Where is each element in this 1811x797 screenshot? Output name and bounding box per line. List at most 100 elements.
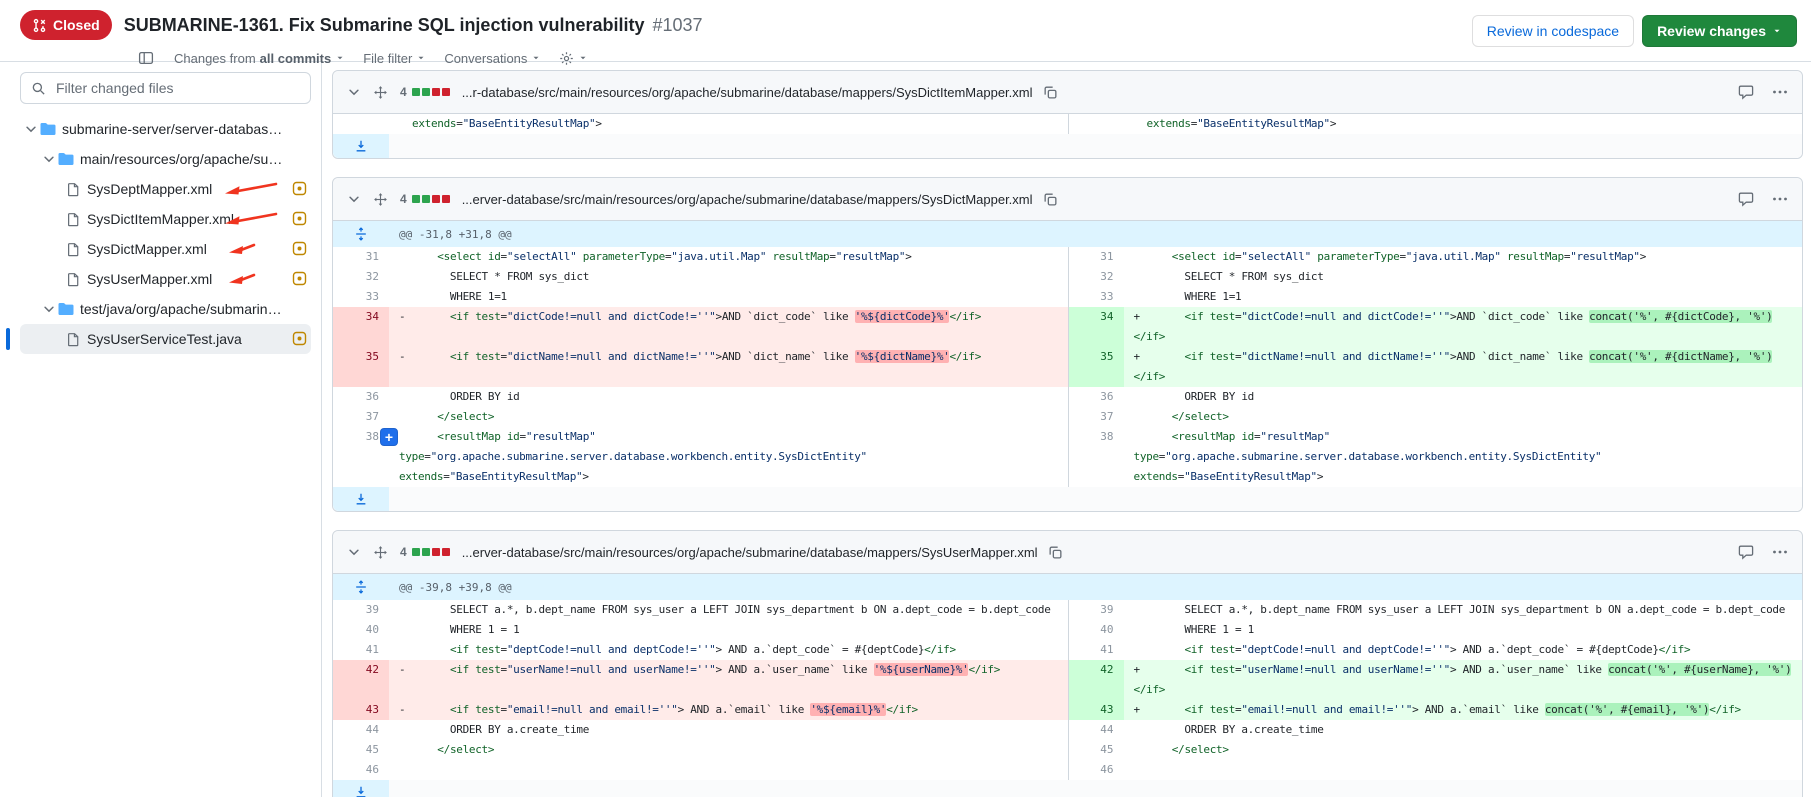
collapse-file-button[interactable] [345, 83, 363, 101]
kebab-menu-button[interactable] [1770, 82, 1790, 102]
line-number[interactable]: 35 [1068, 347, 1124, 387]
code-token: WHERE 1 = 1 [1147, 623, 1254, 636]
code-cell: </select> [389, 740, 1068, 760]
code-token: > [582, 470, 588, 483]
line-number[interactable]: 41 [1068, 640, 1124, 660]
line-number[interactable]: 37 [333, 407, 389, 427]
diff-row: 31 <select id="selectAll" parameterType=… [333, 247, 1802, 267]
line-number[interactable]: 40 [333, 620, 389, 640]
diff-marker: - [399, 347, 412, 367]
conversations-dropdown[interactable]: Conversations [444, 51, 541, 66]
line-number[interactable] [333, 114, 389, 134]
line-number[interactable]: 40 [1068, 620, 1124, 640]
collapse-file-button[interactable] [345, 190, 363, 208]
code-line: extends="BaseEntityResultMap"> [399, 467, 1068, 487]
line-number[interactable]: 46 [1068, 760, 1124, 780]
add-comment-button[interactable]: + [380, 428, 398, 446]
code-token: > AND a.`email` like [1412, 703, 1545, 716]
chevron-down-icon [42, 302, 56, 316]
code-token: id [507, 430, 520, 443]
line-number[interactable]: 31 [1068, 247, 1124, 267]
drag-file-handle[interactable] [371, 190, 390, 209]
expand-bar [333, 134, 1802, 158]
line-number[interactable]: 33 [333, 287, 389, 307]
expand-hunk-button[interactable] [333, 221, 389, 247]
file-header-actions [1736, 542, 1790, 562]
code-line: ORDER BY id [1134, 387, 1803, 407]
filter-changed-files-input[interactable] [54, 79, 300, 97]
line-number[interactable]: 45 [333, 740, 389, 760]
sidebar-item-file[interactable]: SysUserServiceTest.java [20, 324, 311, 354]
line-number[interactable]: 35 [333, 347, 389, 387]
line-number[interactable]: 46 [333, 760, 389, 780]
code-cell: - <if test="dictCode!=null and dictCode!… [389, 307, 1068, 347]
code-token: <if [450, 703, 469, 716]
line-number[interactable]: 43 [1068, 700, 1124, 720]
code-line: </if> [1134, 327, 1803, 347]
diff-marker [1134, 760, 1147, 780]
line-number[interactable]: 36 [333, 387, 389, 407]
drag-file-handle[interactable] [371, 83, 390, 102]
line-number[interactable]: 31 [333, 247, 389, 267]
copy-path-button[interactable] [1041, 83, 1060, 102]
expand-diff-button[interactable] [333, 134, 389, 158]
diff-marker [1134, 640, 1147, 660]
folder-icon [40, 121, 56, 137]
expand-diff-button[interactable] [333, 780, 389, 797]
comment-icon[interactable] [1736, 542, 1756, 562]
line-number[interactable] [1068, 114, 1124, 134]
kebab-menu-button[interactable] [1770, 189, 1790, 209]
sidebar-item-file[interactable]: SysDictItemMapper.xml [20, 204, 311, 234]
line-number[interactable]: 37 [1068, 407, 1124, 427]
line-number[interactable]: 32 [333, 267, 389, 287]
commits-filter-dropdown[interactable]: Changes from all commits [174, 51, 345, 66]
review-changes-button[interactable]: Review changes [1642, 15, 1797, 47]
diff-settings-dropdown[interactable] [559, 51, 588, 66]
tree-item-label: main/resources/org/apache/subm... [80, 151, 285, 167]
line-number[interactable]: 39 [1068, 600, 1124, 620]
expand-hunk-button[interactable] [333, 574, 389, 600]
review-actions: Review in codespace Review changes [1472, 15, 1797, 47]
line-number[interactable]: 36 [1068, 387, 1124, 407]
sidebar-item-folder[interactable]: submarine-server/server-database/... [20, 114, 311, 144]
line-number[interactable]: 32 [1068, 267, 1124, 287]
review-in-codespace-button[interactable]: Review in codespace [1472, 15, 1634, 47]
copy-path-button[interactable] [1046, 543, 1065, 562]
kebab-menu-button[interactable] [1770, 542, 1790, 562]
file-path: ...erver-database/src/main/resources/org… [462, 545, 1038, 560]
line-number[interactable]: 38+ [333, 427, 389, 487]
drag-file-handle[interactable] [371, 543, 390, 562]
expand-diff-button[interactable] [333, 487, 389, 511]
line-number[interactable]: 43 [333, 700, 389, 720]
diff-marker [1134, 247, 1147, 267]
line-number[interactable]: 39 [333, 600, 389, 620]
code-line: type="org.apache.submarine.server.databa… [1134, 447, 1803, 467]
line-number[interactable]: 45 [1068, 740, 1124, 760]
code-token: <resultMap [1172, 430, 1235, 443]
line-number[interactable]: 42 [1068, 660, 1124, 700]
file-filter-dropdown[interactable]: File filter [363, 51, 426, 66]
sidebar-item-file[interactable]: SysDictMapper.xml [20, 234, 311, 264]
line-number[interactable]: 38 [1068, 427, 1124, 487]
diff-marker [1134, 114, 1147, 134]
file-tree-sidebar: submarine-server/server-database/... main… [0, 62, 322, 797]
comment-icon[interactable] [1736, 189, 1756, 209]
sidebar-item-folder[interactable]: main/resources/org/apache/subm... [20, 144, 311, 174]
line-number[interactable]: 44 [1068, 720, 1124, 740]
sidebar-item-folder[interactable]: test/java/org/apache/submarine/s... [20, 294, 311, 324]
diff-row: extends="BaseEntityResultMap"> extends="… [333, 114, 1802, 134]
sidebar-item-file[interactable]: SysDeptMapper.xml [20, 174, 311, 204]
code-token [1147, 310, 1185, 323]
line-number[interactable]: 44 [333, 720, 389, 740]
sidebar-toggle-button[interactable] [136, 48, 156, 68]
sidebar-item-file[interactable]: SysUserMapper.xml [20, 264, 311, 294]
comment-icon[interactable] [1736, 82, 1756, 102]
code-token: </if> [1709, 703, 1741, 716]
line-number[interactable]: 34 [333, 307, 389, 347]
line-number[interactable]: 41 [333, 640, 389, 660]
collapse-file-button[interactable] [345, 543, 363, 561]
line-number[interactable]: 42 [333, 660, 389, 700]
line-number[interactable]: 34 [1068, 307, 1124, 347]
line-number[interactable]: 33 [1068, 287, 1124, 307]
copy-path-button[interactable] [1041, 190, 1060, 209]
